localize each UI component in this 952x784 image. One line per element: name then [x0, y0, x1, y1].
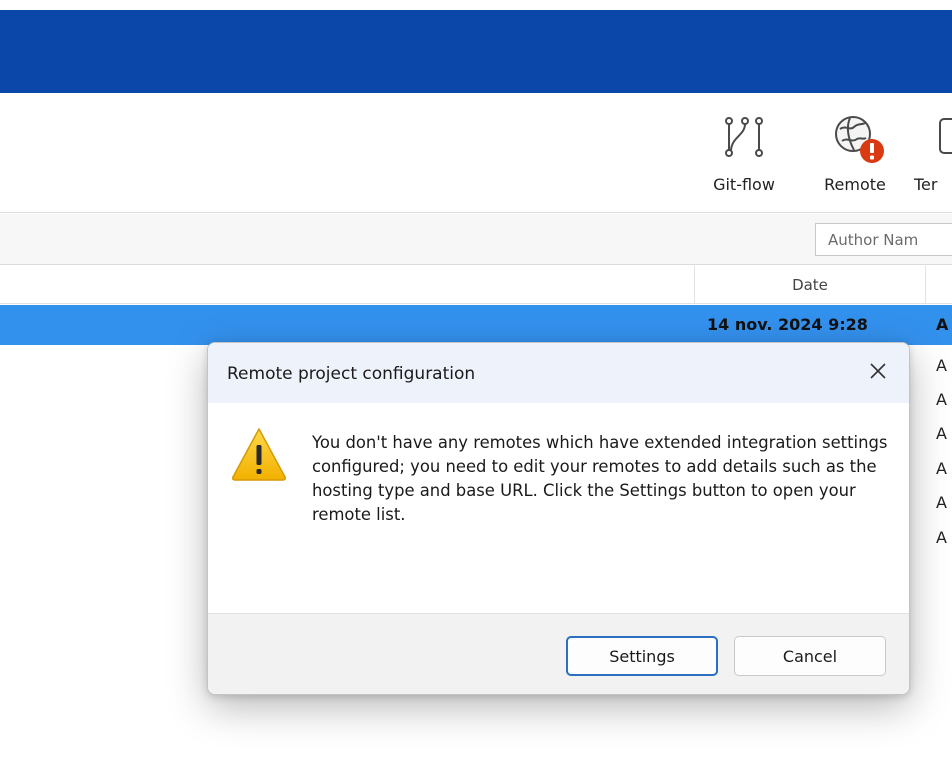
gitflow-button[interactable]: Git-flow: [694, 93, 794, 213]
dialog-title: Remote project configuration: [227, 364, 476, 384]
remote-button[interactable]: Remote: [810, 93, 900, 213]
dialog-message: You don't have any remotes which have ex…: [312, 433, 888, 524]
dialog-close-button[interactable]: [859, 355, 897, 391]
commit-author: A: [936, 315, 949, 334]
terminal-label: Ter: [914, 175, 938, 194]
main-toolbar: Git-flow Remote Ter: [0, 93, 952, 213]
cancel-button[interactable]: Cancel: [734, 636, 886, 676]
git-flow-icon: [720, 113, 768, 165]
app-title-bar: [0, 10, 952, 93]
close-icon: [869, 362, 887, 384]
remote-label: Remote: [824, 175, 886, 194]
commit-list-header: Date: [0, 266, 952, 304]
commit-author: A: [936, 459, 947, 478]
error-badge-icon: [859, 138, 885, 168]
commit-date: 14 nov. 2024 9:28: [707, 315, 868, 334]
warning-icon: [230, 425, 288, 487]
commit-author: A: [936, 356, 947, 375]
remote-config-dialog: Remote project configuration You don't h…: [207, 342, 910, 695]
commit-author: A: [936, 424, 947, 443]
commit-author: A: [936, 390, 947, 409]
commit-author: A: [936, 528, 947, 547]
gitflow-label: Git-flow: [713, 175, 775, 194]
dialog-title-bar: Remote project configuration: [208, 343, 909, 403]
column-divider[interactable]: [925, 266, 926, 304]
dialog-footer: Settings Cancel: [208, 613, 909, 694]
date-column-header[interactable]: Date: [695, 266, 925, 304]
settings-button[interactable]: Settings: [566, 636, 718, 676]
filter-bar: [0, 214, 952, 265]
commit-author: A: [936, 493, 947, 512]
author-name-filter-input[interactable]: [815, 223, 952, 256]
terminal-button[interactable]: Ter: [914, 93, 952, 213]
dialog-body: You don't have any remotes which have ex…: [208, 403, 909, 613]
selected-commit-row[interactable]: 14 nov. 2024 9:28 A: [0, 305, 952, 345]
terminal-icon: [938, 113, 952, 163]
